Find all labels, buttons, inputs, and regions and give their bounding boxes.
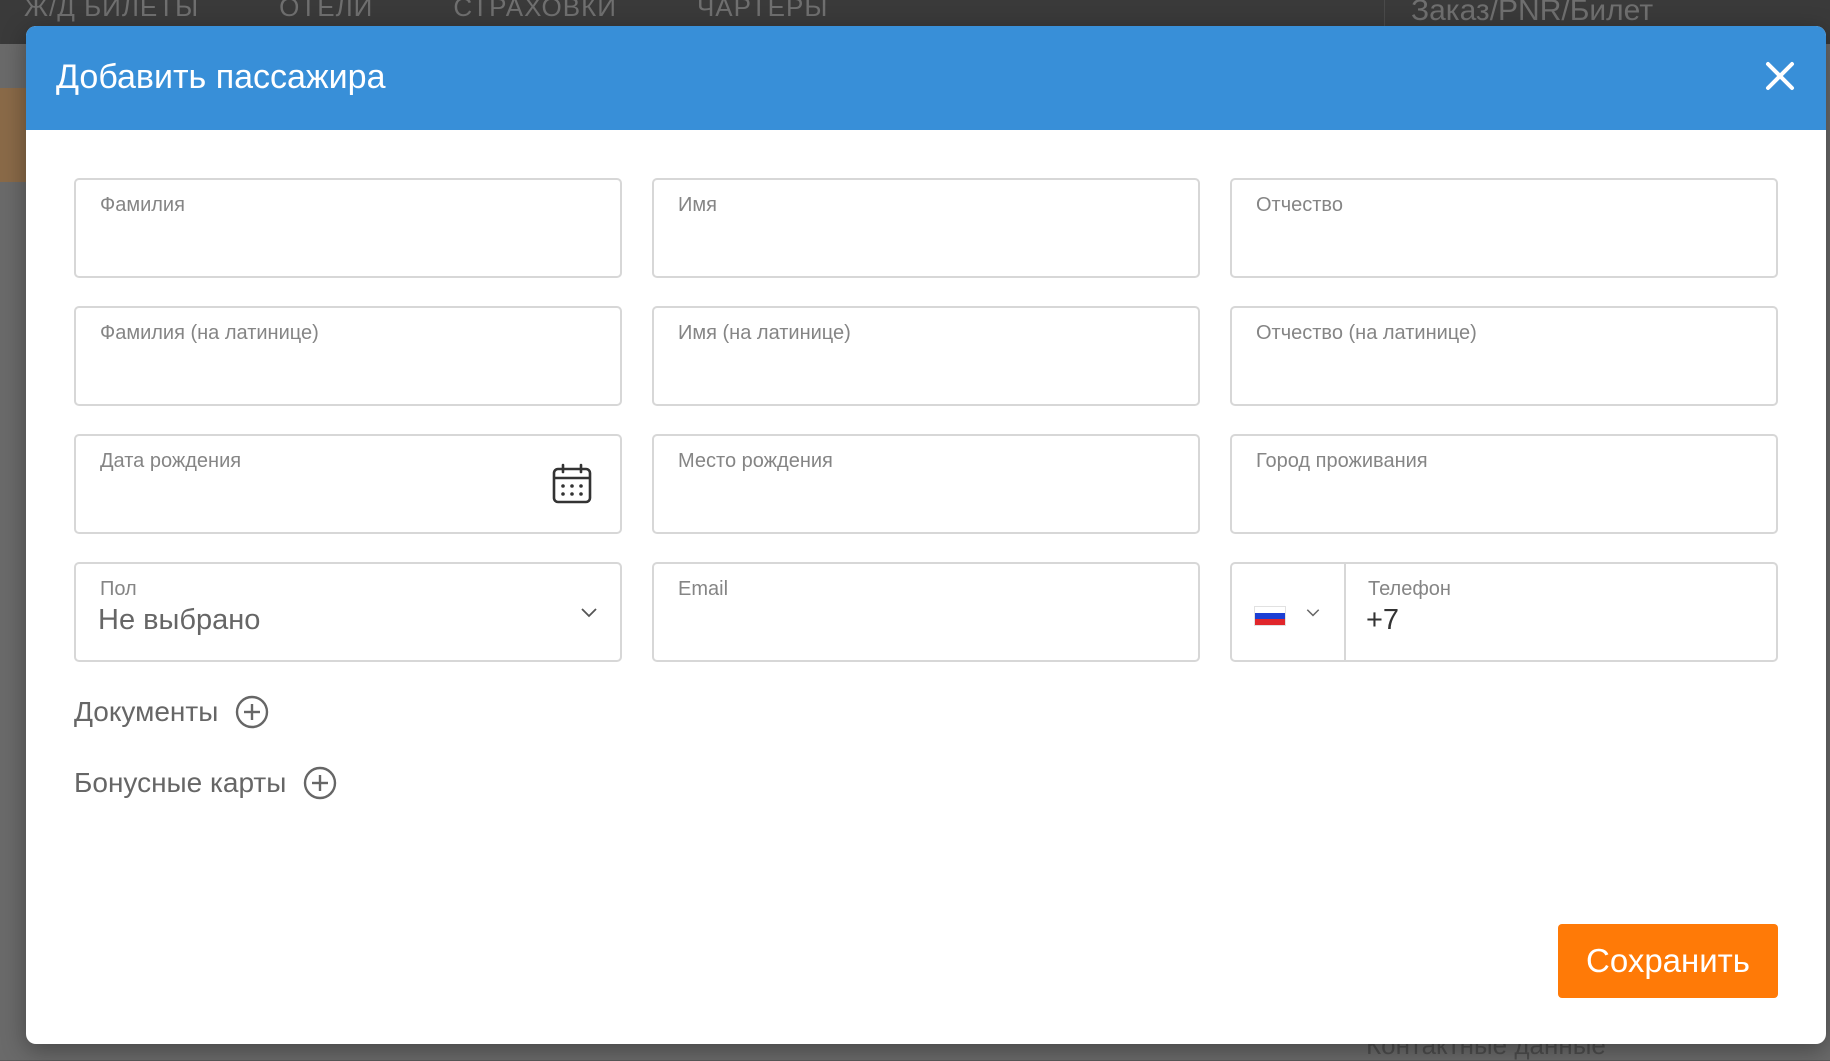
ru-flag-icon — [1254, 606, 1286, 626]
last-name-latin-label: Фамилия (на латинице) — [100, 322, 319, 344]
country-code-select[interactable] — [1232, 564, 1346, 660]
middle-name-label: Отчество — [1256, 194, 1343, 216]
email-label: Email — [678, 578, 729, 600]
birth-date-label: Дата рождения — [100, 450, 242, 472]
gender-select[interactable]: Пол Не выбрано — [74, 562, 622, 662]
save-button[interactable]: Сохранить — [1558, 924, 1778, 998]
phone-field[interactable]: Телефон +7 — [1230, 562, 1778, 662]
city-field[interactable]: Город проживания — [1230, 434, 1778, 534]
modal-header: Добавить пассажира — [26, 26, 1826, 130]
last-name-label: Фамилия — [100, 194, 185, 216]
gender-label: Пол — [100, 578, 137, 600]
chevron-down-icon — [1306, 609, 1320, 617]
first-name-field[interactable]: Имя — [652, 178, 1200, 278]
city-label: Город проживания — [1256, 450, 1428, 472]
email-field[interactable]: Email — [652, 562, 1200, 662]
plus-circle-icon[interactable] — [302, 765, 338, 801]
birth-place-field[interactable]: Место рождения — [652, 434, 1200, 534]
bonus-cards-label: Бонусные карты — [74, 767, 287, 798]
bg-nav-item: СТРАХОВКИ — [453, 0, 617, 22]
last-name-latin-field[interactable]: Фамилия (на латинице) — [74, 306, 622, 406]
add-passenger-modal: Добавить пассажира Фамилия Имя Отчество … — [26, 26, 1826, 1044]
bg-nav-item: ЧАРТЕРЫ — [696, 0, 829, 22]
middle-name-latin-label: Отчество (на латинице) — [1256, 322, 1477, 344]
gender-value: Не выбрано — [98, 604, 261, 636]
bg-nav-item: Ж/Д БИЛЕТЫ — [24, 0, 200, 22]
phone-label: Телефон — [1368, 578, 1451, 600]
first-name-latin-label: Имя (на латинице) — [678, 322, 851, 344]
bg-nav-item: ОТЕЛИ — [279, 0, 374, 22]
background-nav: Ж/Д БИЛЕТЫ ОТЕЛИ СТРАХОВКИ ЧАРТЕРЫ — [24, 0, 828, 23]
background-orange-block — [0, 88, 28, 182]
bg-search-text: Заказ/PNR/Билет — [1411, 0, 1654, 27]
modal-title: Добавить пассажира — [56, 58, 386, 96]
calendar-icon[interactable] — [550, 462, 594, 506]
birth-date-field[interactable]: Дата рождения — [74, 434, 622, 534]
documents-label: Документы — [74, 696, 219, 727]
first-name-label: Имя — [678, 194, 717, 216]
plus-circle-icon[interactable] — [234, 694, 270, 730]
close-icon — [1766, 62, 1794, 90]
last-name-field[interactable]: Фамилия — [74, 178, 622, 278]
first-name-latin-field[interactable]: Имя (на латинице) — [652, 306, 1200, 406]
birth-place-label: Место рождения — [678, 450, 833, 472]
middle-name-field[interactable]: Отчество — [1230, 178, 1778, 278]
middle-name-latin-field[interactable]: Отчество (на латинице) — [1230, 306, 1778, 406]
add-documents[interactable]: Документы — [74, 694, 270, 730]
close-button[interactable] — [1760, 56, 1800, 96]
add-bonus-cards[interactable]: Бонусные карты — [74, 765, 338, 801]
phone-value: +7 — [1366, 604, 1400, 636]
chevron-down-icon — [581, 608, 597, 618]
